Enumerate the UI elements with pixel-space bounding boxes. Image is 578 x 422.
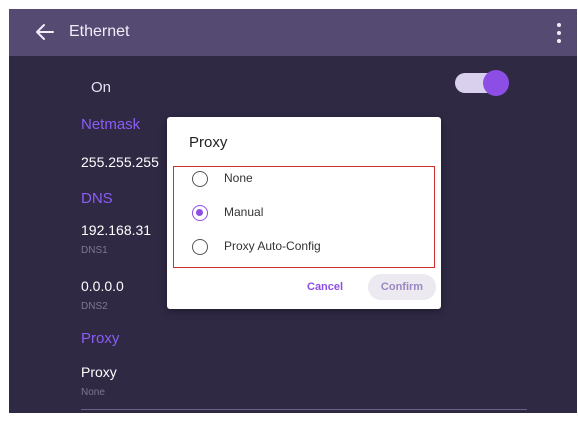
dns1-label: DNS1 [81,245,108,256]
netmask-value[interactable]: 255.255.255 [81,154,159,170]
radio-unselected-icon[interactable] [192,171,208,187]
proxy-option-manual[interactable]: Manual [192,202,422,226]
dns2-label: DNS2 [81,301,108,312]
ethernet-toggle-label: On [91,79,112,96]
radio-unselected-icon[interactable] [192,239,208,255]
proxy-setting-title[interactable]: Proxy [81,364,117,380]
dialog-title: Proxy [189,134,228,151]
option-label: Manual [224,205,264,219]
netmask-header: Netmask [81,116,141,133]
ethernet-toggle[interactable] [455,70,509,96]
proxy-dialog: Proxy None Manual Proxy Auto-Config Canc… [167,117,441,309]
proxy-option-auto-config[interactable]: Proxy Auto-Config [192,236,422,260]
dns2-value[interactable]: 0.0.0.0 [81,278,124,294]
toggle-thumb [483,70,509,96]
dns1-value[interactable]: 192.168.31 [81,222,151,238]
page-title: Ethernet [69,23,130,40]
option-label: None [224,171,253,185]
more-vertical-icon[interactable] [555,21,563,45]
confirm-button[interactable]: Confirm [368,274,436,300]
proxy-header: Proxy [81,330,120,347]
cancel-button[interactable]: Cancel [307,281,343,293]
option-label: Proxy Auto-Config [224,239,321,253]
dns-header: DNS [81,190,113,207]
app-bar: Ethernet [9,9,577,56]
proxy-setting-value: None [81,387,105,398]
radio-selected-icon[interactable] [192,205,208,221]
divider [81,409,527,410]
arrow-left-icon[interactable] [34,21,56,43]
bottom-border [0,413,578,422]
proxy-option-none[interactable]: None [192,168,422,192]
